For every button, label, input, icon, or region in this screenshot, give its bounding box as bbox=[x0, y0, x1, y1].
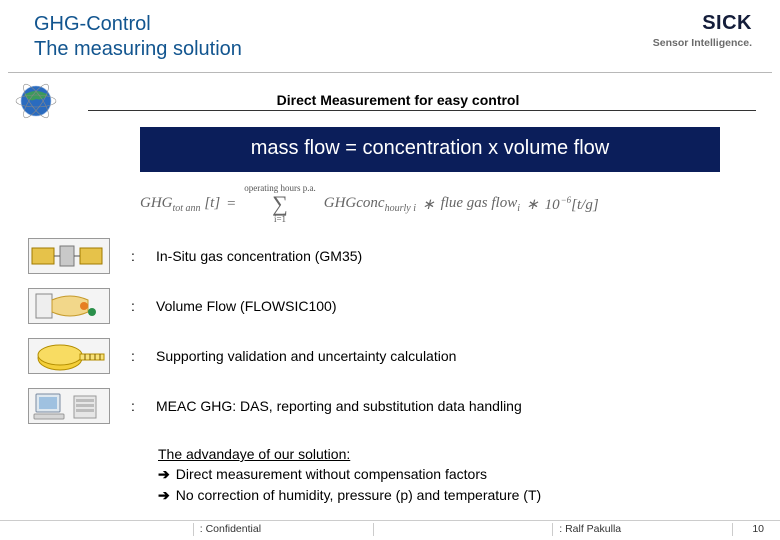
eq-factor: 10−6[t/g] bbox=[545, 195, 599, 214]
equation-block: GHGtot ann [t] = operating hours p.a. ∑ … bbox=[0, 182, 780, 238]
title-line-1: GHG-Control bbox=[34, 12, 242, 37]
footer-empty-2 bbox=[373, 523, 553, 536]
separator-colon: : bbox=[110, 248, 156, 264]
brand-tagline: Sensor Intelligence. bbox=[653, 37, 752, 49]
brand-logo-text: SICK bbox=[653, 12, 752, 35]
advantage-line-2: No correction of humidity, pressure (p) … bbox=[158, 485, 740, 505]
slide-header: GHG-Control The measuring solution SICK … bbox=[0, 0, 780, 72]
footer-page-number: 10 bbox=[732, 523, 766, 536]
slide-title-block: GHG-Control The measuring solution bbox=[34, 12, 242, 62]
brand-block: SICK Sensor Intelligence. bbox=[653, 12, 752, 49]
item-label: In-Situ gas concentration (GM35) bbox=[156, 248, 362, 264]
eq-term1: GHGconchourly i bbox=[324, 195, 416, 214]
eq-term2: flue gas flowi bbox=[441, 195, 520, 214]
separator-colon: : bbox=[110, 298, 156, 314]
summation-icon: operating hours p.a. ∑ i=1 bbox=[244, 184, 315, 224]
footer-confidential: : Confidential bbox=[193, 523, 373, 536]
list-item: : MEAC GHG: DAS, reporting and substitut… bbox=[28, 388, 740, 424]
list-item: : Volume Flow (FLOWSIC100) bbox=[28, 288, 740, 324]
equation-text: GHGtot ann [t] = operating hours p.a. ∑ … bbox=[140, 184, 780, 224]
advantage-block: The advandaye of our solution: Direct me… bbox=[0, 438, 780, 505]
item-label: MEAC GHG: DAS, reporting and substitutio… bbox=[156, 398, 522, 414]
separator-colon: : bbox=[110, 398, 156, 414]
formula-banner: mass flow = concentration x volume flow bbox=[140, 127, 720, 172]
item-label: Supporting validation and uncertainty ca… bbox=[156, 348, 456, 364]
eq-star1: ∗ bbox=[422, 195, 435, 214]
slide-footer: : Confidential : Ralf Pakulla 10 bbox=[0, 520, 780, 536]
item-label: Volume Flow (FLOWSIC100) bbox=[156, 298, 337, 314]
footer-empty-1 bbox=[14, 523, 193, 536]
thumb-flow-sensor bbox=[28, 288, 110, 324]
list-item: : Supporting validation and uncertainty … bbox=[28, 338, 740, 374]
eq-star2: ∗ bbox=[526, 195, 539, 214]
subtitle-wrap: Direct Measurement for easy control bbox=[88, 92, 768, 111]
advantage-title: The advandaye of our solution: bbox=[158, 444, 740, 464]
advantage-line-1: Direct measurement without compensation … bbox=[158, 464, 740, 484]
thumb-tape-measure bbox=[28, 338, 110, 374]
list-item: : In-Situ gas concentration (GM35) bbox=[28, 238, 740, 274]
globe-icon bbox=[12, 81, 64, 121]
title-line-2: The measuring solution bbox=[34, 37, 242, 62]
header-divider bbox=[8, 72, 772, 73]
subtitle-row: Direct Measurement for easy control bbox=[0, 81, 780, 121]
footer-author: : Ralf Pakulla bbox=[552, 523, 732, 536]
item-list: : In-Situ gas concentration (GM35) : Vol… bbox=[0, 238, 780, 424]
separator-colon: : bbox=[110, 348, 156, 364]
eq-lhs: GHGtot ann [t] bbox=[140, 195, 220, 214]
eq-equals: = bbox=[226, 196, 236, 213]
thumb-computer bbox=[28, 388, 110, 424]
subtitle-underline bbox=[88, 110, 756, 111]
thumb-gas-analyzer bbox=[28, 238, 110, 274]
subtitle-text: Direct Measurement for easy control bbox=[88, 92, 768, 108]
